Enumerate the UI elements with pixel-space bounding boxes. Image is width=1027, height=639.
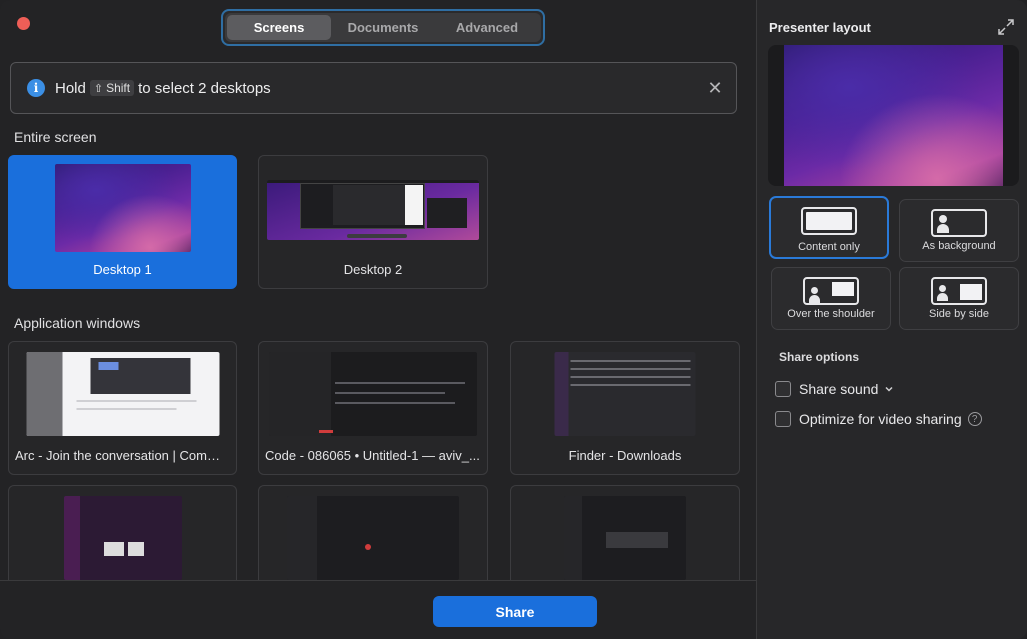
layout-option-side-by-side[interactable]: Side by side (899, 267, 1019, 330)
app-card-window-5[interactable] (258, 485, 488, 595)
bottom-bar (0, 580, 756, 639)
share-options-title: Share options (779, 350, 860, 364)
window-6-thumbnail (564, 496, 686, 580)
info-message: Hold ⇧ Shift to select 2 desktops (55, 80, 271, 97)
as-background-icon (931, 209, 987, 237)
screen-card-desktop-2[interactable]: Desktop 2 (258, 155, 488, 289)
arc-thumbnail (26, 352, 219, 436)
layout-option-over-the-shoulder[interactable]: Over the shoulder (771, 267, 891, 330)
desktop-1-thumbnail (54, 164, 191, 252)
layout-option-label: Content only (798, 241, 860, 253)
side-by-side-icon (931, 277, 987, 305)
over-the-shoulder-icon (803, 277, 859, 305)
shift-key-label: Shift (106, 81, 131, 95)
shift-key-badge: ⇧ Shift (89, 80, 135, 96)
expand-icon[interactable] (997, 18, 1015, 36)
slack-thumbnail (63, 496, 182, 580)
tab-advanced[interactable]: Advanced (435, 15, 539, 40)
layout-option-as-background[interactable]: As background (899, 199, 1019, 262)
presenter-preview (768, 45, 1019, 186)
app-card-code[interactable]: Code - 086065 • Untitled-1 — aviv_... (258, 341, 488, 475)
info-suffix: to select 2 desktops (138, 79, 271, 97)
app-card-arc[interactable]: Arc - Join the conversation | Commu... (8, 341, 237, 475)
app-card-window-6[interactable] (510, 485, 740, 595)
section-title-application-windows: Application windows (14, 315, 141, 331)
layout-option-content-only[interactable]: Content only (769, 196, 889, 259)
shift-icon: ⇧ (93, 82, 104, 95)
tab-screens[interactable]: Screens (227, 15, 331, 40)
screen-card-label: Desktop 1 (93, 262, 152, 277)
desktop-2-thumbnail (267, 180, 479, 240)
section-title-entire-screen: Entire screen (14, 129, 97, 145)
presenter-layout-title: Presenter layout (769, 20, 871, 35)
optimize-video-checkbox[interactable] (775, 411, 791, 427)
tab-bar: Screens Documents Advanced (221, 9, 545, 46)
optimize-video-label: Optimize for video sharing (799, 411, 962, 427)
finder-thumbnail (554, 352, 696, 436)
presenter-panel: Presenter layout Content only As backgro… (756, 0, 1027, 639)
optimize-video-row[interactable]: Optimize for video sharing ? (775, 411, 982, 427)
app-card-label: Code - 086065 • Untitled-1 — aviv_... (265, 448, 480, 463)
app-card-slack[interactable] (8, 485, 237, 595)
share-button[interactable]: Share (433, 596, 597, 627)
code-thumbnail (269, 352, 477, 436)
app-card-label: Finder - Downloads (568, 448, 682, 463)
content-only-icon (801, 207, 857, 235)
screen-card-label: Desktop 2 (343, 262, 403, 277)
info-prefix: Hold (55, 79, 86, 97)
app-card-finder[interactable]: Finder - Downloads (510, 341, 740, 475)
window-5-thumbnail (287, 496, 459, 580)
layout-option-label: As background (922, 240, 996, 252)
share-sound-checkbox[interactable] (775, 381, 791, 397)
layout-option-label: Over the shoulder (787, 308, 875, 320)
layout-option-label: Side by side (929, 308, 989, 320)
close-icon[interactable]: ✕ (706, 79, 724, 97)
app-card-label: Arc - Join the conversation | Commu... (15, 448, 236, 463)
tab-documents[interactable]: Documents (331, 15, 435, 40)
preview-wallpaper (784, 45, 1003, 186)
share-sound-label: Share sound (799, 381, 879, 397)
info-icon: i (27, 79, 45, 97)
info-banner: i Hold ⇧ Shift to select 2 desktops ✕ (10, 62, 737, 114)
share-sound-row[interactable]: Share sound (775, 381, 894, 397)
close-window-button[interactable] (17, 17, 30, 30)
screen-card-desktop-1[interactable]: Desktop 1 (8, 155, 237, 289)
share-screen-window: Screens Documents Advanced i Hold ⇧ Shif… (0, 0, 1027, 639)
help-icon[interactable]: ? (967, 412, 982, 426)
chevron-down-icon[interactable] (884, 384, 894, 394)
